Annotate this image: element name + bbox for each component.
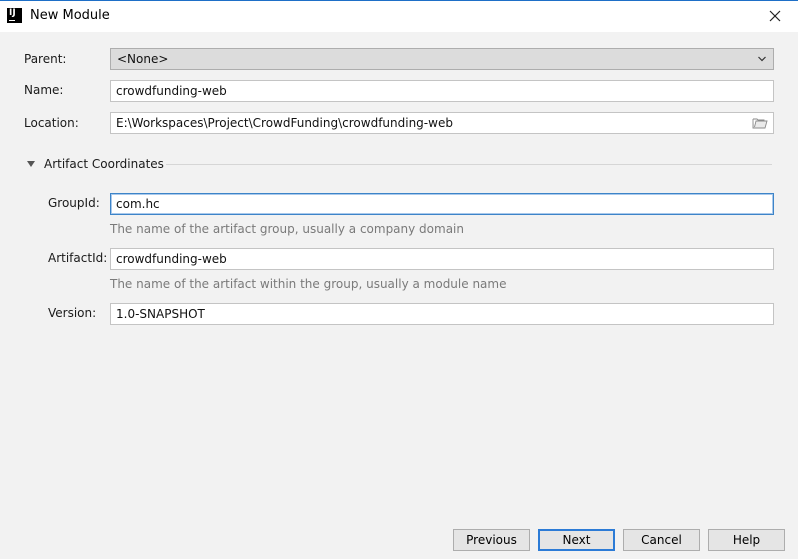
- location-label: Location:: [24, 116, 79, 130]
- next-button[interactable]: Next: [538, 529, 615, 551]
- cancel-button[interactable]: Cancel: [623, 529, 700, 551]
- location-field[interactable]: E:\Workspaces\Project\CrowdFunding\crowd…: [110, 112, 774, 134]
- groupid-label: GroupId:: [48, 196, 100, 210]
- folder-icon[interactable]: [752, 116, 768, 130]
- artifact-coordinates-title[interactable]: Artifact Coordinates: [44, 157, 164, 171]
- previous-button[interactable]: Previous: [453, 529, 530, 551]
- next-label-rest: ext: [571, 533, 591, 547]
- next-mnemonic: N: [562, 533, 572, 547]
- parent-value: <None>: [117, 52, 169, 66]
- window-title: New Module: [30, 8, 110, 23]
- section-divider: [166, 164, 772, 165]
- name-label: Name:: [24, 83, 64, 97]
- name-field[interactable]: crowdfunding-web: [110, 80, 774, 102]
- help-button[interactable]: Help: [708, 529, 785, 551]
- artifactid-label: ArtifactId:: [48, 251, 108, 265]
- new-module-dialog: IJ New Module Parent: <None> Name: crowd…: [0, 0, 798, 559]
- parent-dropdown[interactable]: <None>: [110, 48, 774, 70]
- title-bar: IJ New Module: [0, 1, 798, 32]
- chevron-down-icon: [758, 56, 766, 62]
- groupid-hint: The name of the artifact group, usually …: [110, 222, 464, 236]
- location-value: E:\Workspaces\Project\CrowdFunding\crowd…: [116, 116, 453, 130]
- artifactid-hint: The name of the artifact within the grou…: [110, 277, 507, 291]
- parent-label: Parent:: [24, 52, 67, 66]
- expand-triangle-icon[interactable]: [27, 161, 35, 167]
- previous-label-rest: revious: [473, 533, 517, 547]
- groupid-field[interactable]: com.hc: [110, 193, 774, 215]
- intellij-app-icon: IJ: [7, 8, 22, 23]
- version-field[interactable]: 1.0-SNAPSHOT: [110, 303, 774, 325]
- version-label: Version:: [48, 306, 97, 320]
- artifactid-field[interactable]: crowdfunding-web: [110, 248, 774, 270]
- close-icon[interactable]: [766, 7, 784, 25]
